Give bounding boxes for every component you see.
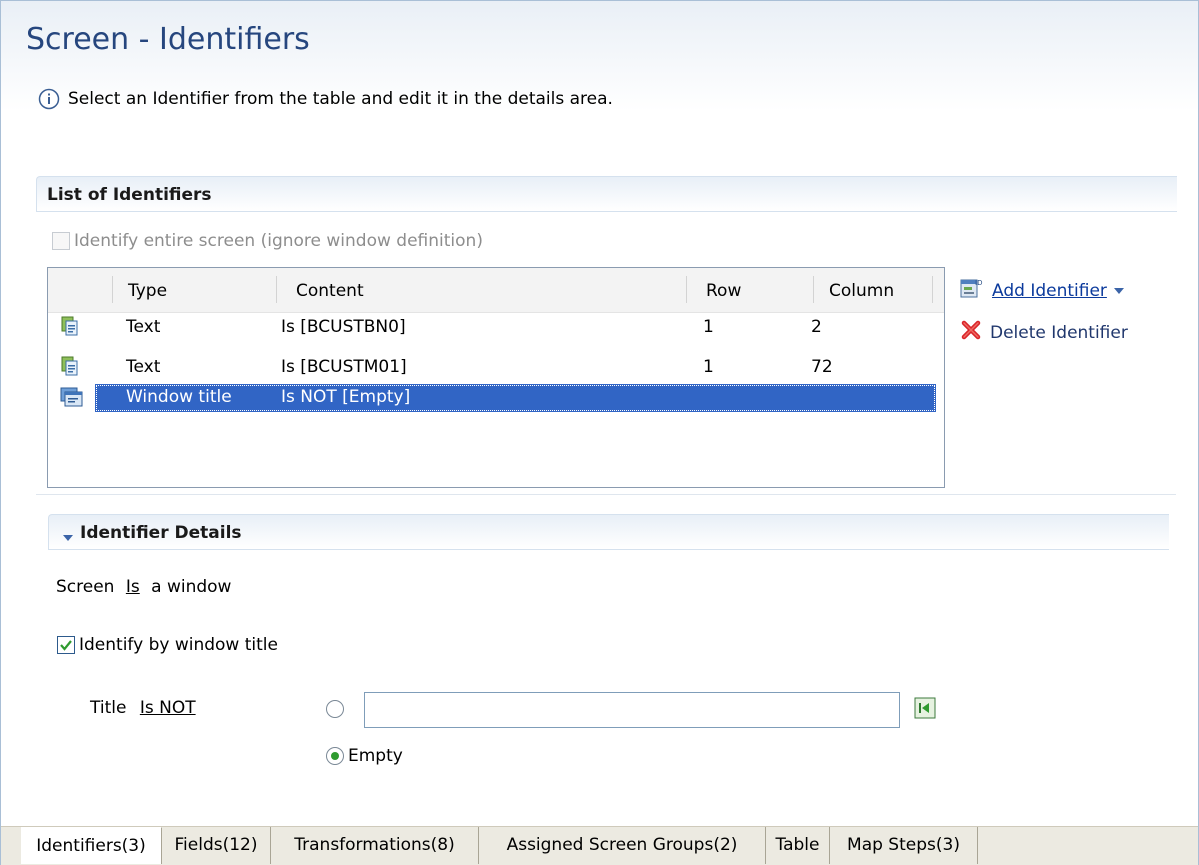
identifier-actions: ID Add Identifier Delete Identifier (960, 277, 1128, 345)
tab-fields[interactable]: Fields(12) (162, 827, 271, 864)
cell-type: Text (126, 317, 161, 337)
screen-window-statement: Screen Is a window (56, 577, 231, 597)
column-separator (813, 276, 814, 303)
cell-content: Is NOT [Empty] (281, 387, 411, 407)
identify-entire-screen-label: Identify entire screen (ignore window de… (74, 231, 483, 251)
cell-row: 1 (703, 317, 714, 337)
column-separator (686, 276, 687, 303)
cell-row: 1 (703, 357, 714, 377)
add-identifier-button[interactable]: ID Add Identifier (960, 277, 1128, 304)
identify-by-title-label: Identify by window title (79, 635, 278, 655)
title-text-input[interactable] (364, 692, 900, 728)
cell-column: 2 (811, 317, 822, 337)
section-divider (36, 494, 1176, 495)
details-section-header[interactable]: Identifier Details (48, 514, 1169, 550)
tab-table[interactable]: Table (766, 827, 830, 864)
radio-dot-icon (331, 752, 339, 760)
collapse-triangle-icon[interactable] (62, 528, 74, 548)
info-icon (38, 88, 60, 110)
details-section-title: Identifier Details (80, 523, 242, 543)
cell-column: 72 (811, 357, 833, 377)
tab-transformations[interactable]: Transformations(8) (271, 827, 479, 864)
title-label: Title (90, 698, 127, 718)
identifiers-table[interactable]: Type Content Row Column Text Is [BCUSTBN… (47, 267, 945, 488)
table-header: Type Content Row Column (48, 268, 944, 313)
identify-entire-screen-option[interactable]: Identify entire screen (ignore window de… (52, 231, 483, 251)
table-row[interactable]: Text Is [BCUSTBN0] 1 2 (48, 314, 944, 342)
empty-option[interactable]: Empty (326, 746, 403, 766)
tab-assigned-screen-groups[interactable]: Assigned Screen Groups(2) (479, 827, 766, 864)
title-condition: Title Is NOT (90, 698, 196, 718)
delete-icon (960, 320, 982, 345)
table-row-selected[interactable]: Window title Is NOT [Empty] (48, 384, 944, 412)
screen-suffix: a window (151, 577, 232, 597)
empty-radio[interactable] (326, 747, 344, 765)
add-identifier-label[interactable]: Add Identifier (992, 281, 1107, 301)
add-identifier-icon: ID (960, 277, 984, 304)
list-section-title: List of Identifiers (47, 185, 212, 205)
page-title: Screen - Identifiers (26, 22, 310, 57)
table-row[interactable]: Text Is [BCUSTM01] 1 72 (48, 354, 944, 382)
text-identifier-icon (60, 316, 80, 343)
text-identifier-icon (60, 356, 80, 383)
insert-field-icon[interactable] (914, 697, 936, 724)
cell-type: Window title (126, 387, 232, 407)
column-header-row[interactable]: Row (706, 281, 741, 301)
tab-identifiers[interactable]: Identifiers(3) (21, 827, 162, 864)
checkmark-icon (60, 640, 72, 651)
delete-identifier-button[interactable]: Delete Identifier (960, 320, 1128, 345)
svg-text:ID: ID (975, 279, 982, 287)
delete-identifier-label[interactable]: Delete Identifier (990, 323, 1128, 343)
screen-prefix: Screen (56, 577, 115, 597)
title-text-radio[interactable] (326, 700, 344, 718)
column-header-content[interactable]: Content (296, 281, 364, 301)
list-section-header: List of Identifiers (36, 176, 1177, 212)
dropdown-arrow-icon[interactable] (1113, 281, 1125, 301)
column-header-column[interactable]: Column (829, 281, 894, 301)
cell-content: Is [BCUSTBN0] (281, 317, 406, 337)
identify-by-title-option[interactable]: Identify by window title (57, 635, 278, 655)
screen-operator-link[interactable]: Is (126, 577, 140, 597)
empty-label: Empty (348, 746, 403, 766)
column-separator (112, 276, 113, 303)
cell-type: Text (126, 357, 161, 377)
column-separator (276, 276, 277, 303)
column-header-type[interactable]: Type (128, 281, 167, 301)
column-separator (932, 276, 933, 303)
tab-map-steps[interactable]: Map Steps(3) (830, 827, 978, 864)
window-title-icon (60, 386, 84, 413)
identify-entire-screen-checkbox[interactable] (52, 232, 70, 250)
identify-by-title-checkbox[interactable] (57, 636, 75, 654)
info-message: Select an Identifier from the table and … (38, 88, 613, 110)
info-text: Select an Identifier from the table and … (68, 89, 613, 109)
title-operator-link[interactable]: Is NOT (140, 698, 196, 718)
editor-tabs: Identifiers(3) Fields(12) Transformation… (1, 826, 1198, 865)
cell-content: Is [BCUSTM01] (281, 357, 407, 377)
